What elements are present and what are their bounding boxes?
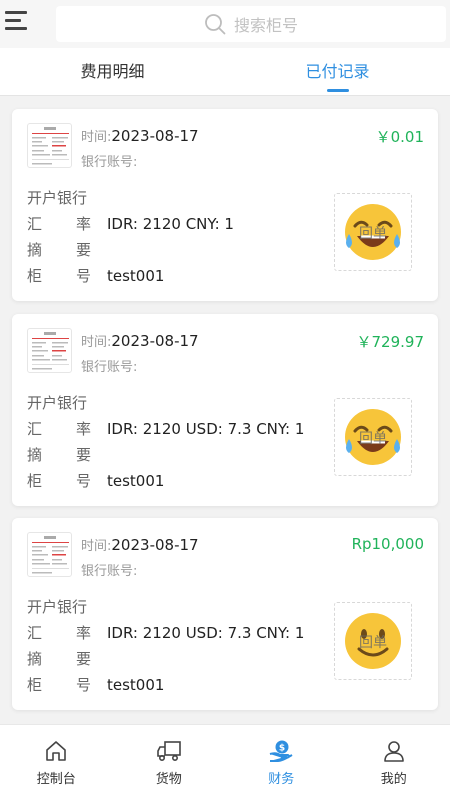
svg-text:回单: 回单 [359, 635, 387, 651]
user-icon [383, 741, 404, 762]
container-value: test001 [107, 472, 165, 490]
receipt-thumbnail[interactable] [27, 532, 72, 577]
svg-text:回单: 回单 [359, 226, 387, 242]
summary-label: 摘要 [27, 446, 91, 464]
rate-label: 汇率 [27, 215, 91, 233]
container-value: test001 [107, 267, 165, 285]
tab-bar: 费用明细 已付记录 [0, 48, 450, 96]
record-amount: ￥0.01 [375, 128, 424, 146]
summary-label: 摘要 [27, 241, 91, 259]
receipt-stamp[interactable]: 回单 [334, 398, 412, 476]
finance-icon: $ [269, 740, 293, 762]
container-label: 柜号 [27, 267, 91, 285]
bank-name-label: 开户银行 [27, 598, 88, 616]
record-amount: Rp10,000 [351, 535, 424, 553]
laughing-tears-emoji-icon: 回单 [345, 409, 401, 465]
bank-name-label: 开户银行 [27, 394, 88, 412]
bottom-nav: 控制台 货物 $ 财务 我的 [0, 724, 450, 800]
rate-value: IDR: 2120 USD: 7.3 CNY: 1 [107, 420, 305, 438]
record-card[interactable]: 时间:2023-08-17 银行账号: Rp10,000 开户银行 汇率 IDR:… [12, 518, 438, 710]
record-card[interactable]: 时间:2023-08-17 银行账号: ￥729.97 开户银行 汇率 IDR: … [12, 314, 438, 506]
rate-label: 汇率 [27, 624, 91, 642]
container-value: test001 [107, 676, 165, 694]
search-icon [205, 14, 226, 35]
rate-value: IDR: 2120 CNY: 1 [107, 215, 234, 233]
rate-label: 汇率 [27, 420, 91, 438]
svg-text:$: $ [279, 744, 285, 754]
smile-emoji-icon: 回单 [345, 613, 401, 669]
nav-mine[interactable]: 我的 [338, 725, 450, 800]
container-label: 柜号 [27, 676, 91, 694]
container-label: 柜号 [27, 472, 91, 490]
top-bar: 搜索柜号 [0, 0, 450, 48]
menu-icon[interactable] [5, 9, 29, 33]
record-time: 时间:2023-08-17 [81, 332, 199, 350]
record-fields: 开户银行 汇率 IDR: 2120 USD: 7.3 CNY: 1 摘要 柜号 te… [27, 594, 304, 698]
nav-dashboard[interactable]: 控制台 [0, 725, 113, 800]
receipt-thumbnail[interactable] [27, 123, 72, 168]
record-fields: 开户银行 汇率 IDR: 2120 USD: 7.3 CNY: 1 摘要 柜号 te… [27, 390, 304, 494]
summary-label: 摘要 [27, 650, 91, 668]
record-bank-account: 银行账号: [81, 564, 138, 579]
laughing-tears-emoji-icon: 回单 [345, 204, 401, 260]
record-time: 时间:2023-08-17 [81, 127, 199, 145]
search-placeholder: 搜索柜号 [233, 16, 298, 35]
record-amount: ￥729.97 [356, 333, 425, 351]
record-bank-account: 银行账号: [81, 155, 138, 170]
record-time: 时间:2023-08-17 [81, 536, 199, 554]
record-card[interactable]: 时间:2023-08-17 银行账号: ￥0.01 开户银行 汇率 IDR: 21… [12, 109, 438, 301]
rate-value: IDR: 2120 USD: 7.3 CNY: 1 [107, 624, 305, 642]
nav-finance[interactable]: $ 财务 [225, 725, 338, 800]
record-bank-account: 银行账号: [81, 360, 138, 375]
tab-paid-records[interactable]: 已付记录 [225, 48, 450, 95]
receipt-stamp[interactable]: 回单 [334, 602, 412, 680]
tab-fee-details[interactable]: 费用明细 [0, 48, 225, 95]
home-icon [46, 741, 67, 761]
search-input[interactable]: 搜索柜号 [56, 6, 446, 42]
record-fields: 开户银行 汇率 IDR: 2120 CNY: 1 摘要 柜号 test001 [27, 185, 234, 289]
nav-goods[interactable]: 货物 [113, 725, 226, 800]
receipt-thumbnail[interactable] [27, 328, 72, 373]
receipt-stamp[interactable]: 回单 [334, 193, 412, 271]
truck-icon [156, 741, 181, 761]
bank-name-label: 开户银行 [27, 189, 88, 207]
svg-text:回单: 回单 [359, 431, 387, 447]
